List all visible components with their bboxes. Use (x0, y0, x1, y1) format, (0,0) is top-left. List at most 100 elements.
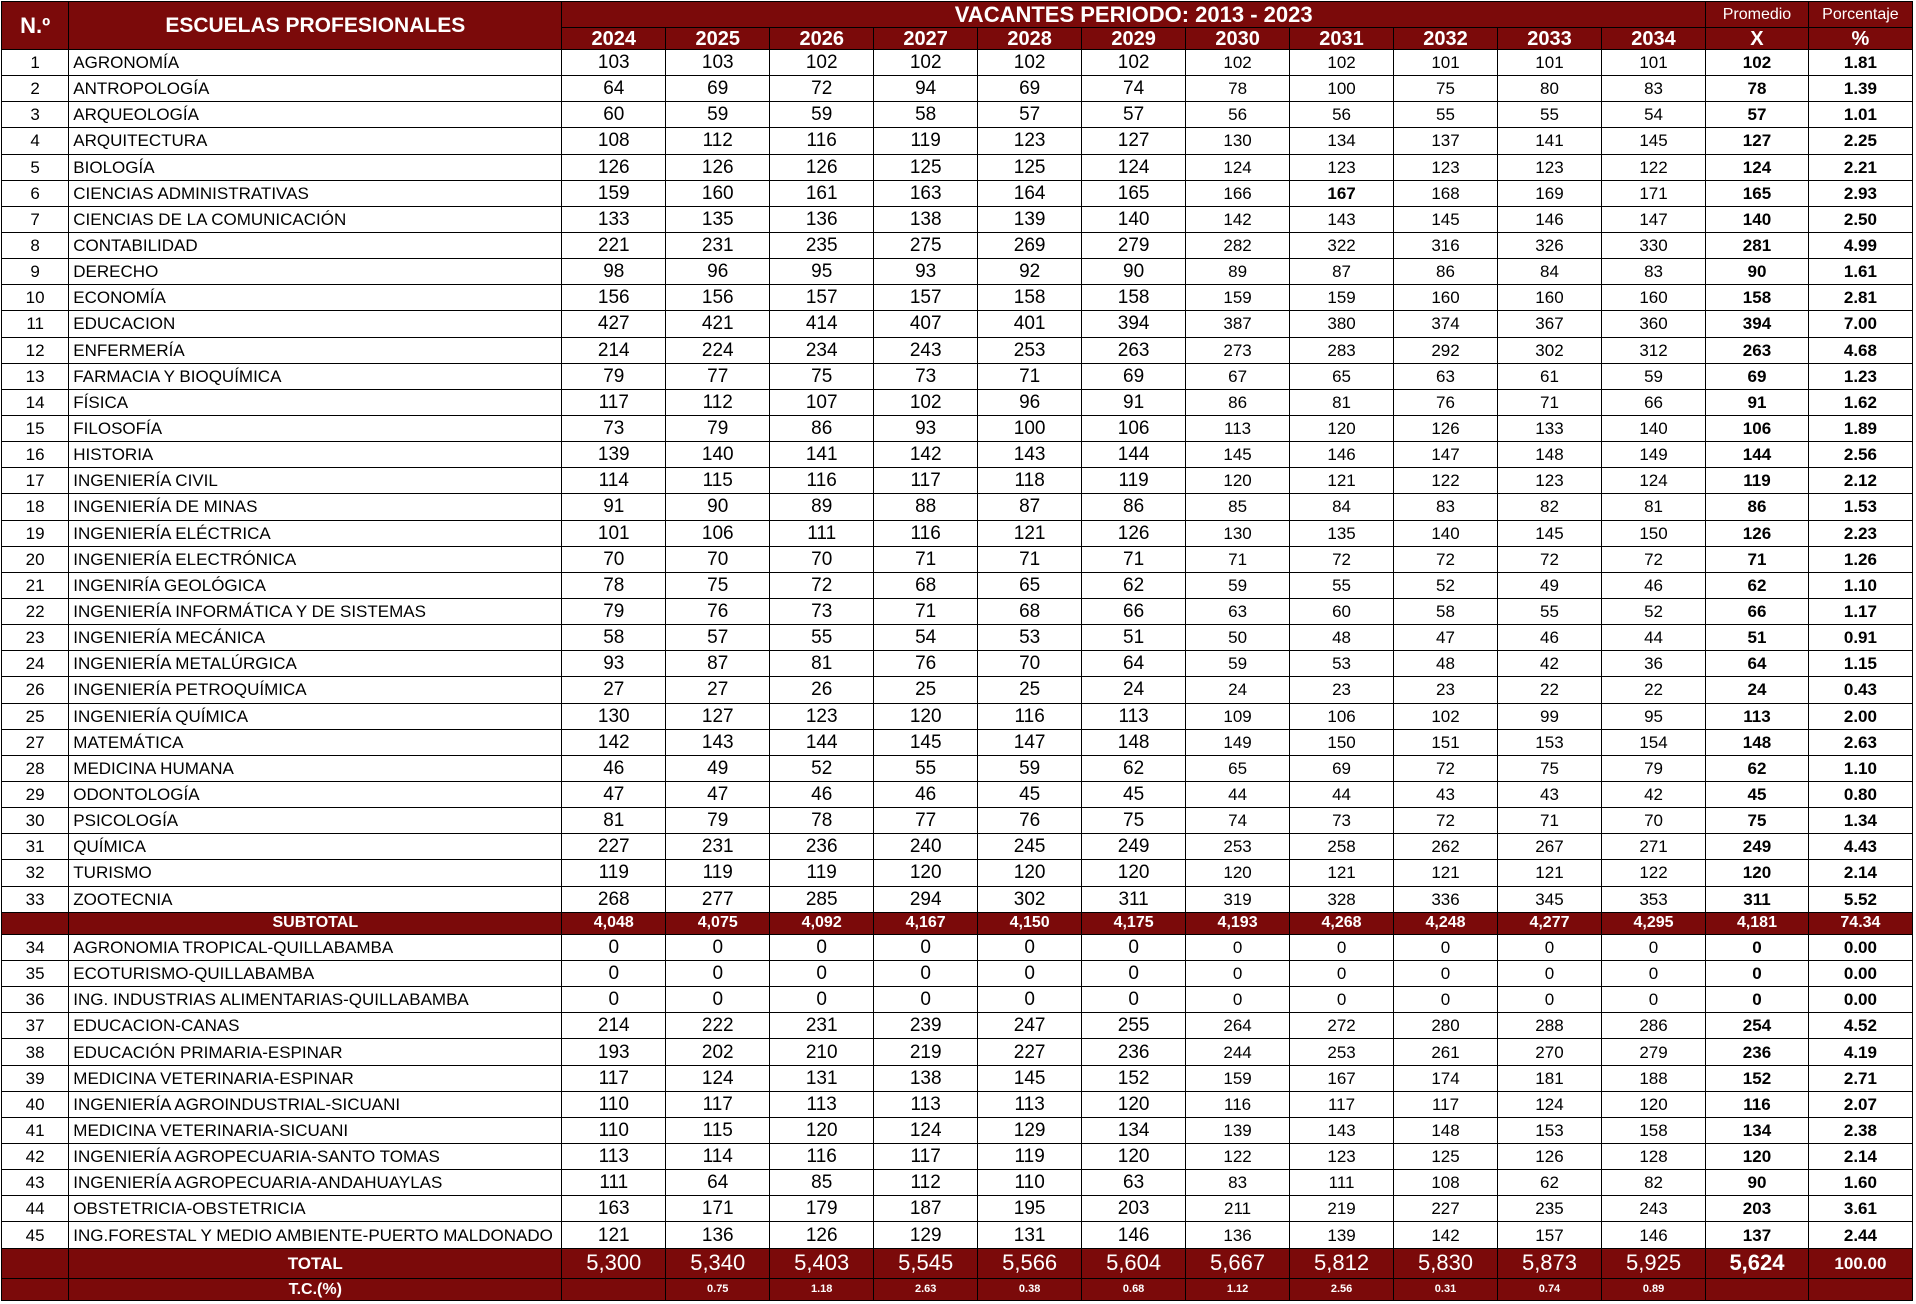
vacancy-value: 258 (1289, 833, 1395, 861)
vacancy-value: 102 (769, 48, 875, 77)
vacancy-value: 0 (1497, 986, 1602, 1014)
year-header: 2031 (1289, 27, 1395, 50)
vacancy-value: 236 (769, 833, 875, 861)
vacancy-value: 374 (1393, 310, 1498, 338)
vacancy-value: 47 (561, 780, 667, 809)
growth-rate-label: T.C.(%) (68, 1278, 563, 1301)
table-row: 1 AGRONOMÍA 103 103 102 102 102 102 102 102 101 101… (0, 48, 1914, 77)
vacancy-value: 163 (561, 1195, 667, 1223)
percentage-value: 3.61 (1807, 1195, 1914, 1223)
vacancy-value: 143 (977, 441, 1083, 469)
vacancy-value: 140 (1600, 414, 1707, 443)
subtotal-value: 4,295 (1600, 911, 1707, 935)
school-name: CIENCIAS ADMINISTRATIVAS (68, 179, 563, 207)
vacancy-value: 152 (1081, 1064, 1187, 1092)
vacancy-value: 130 (561, 702, 667, 730)
year-header: 2032 (1393, 27, 1498, 50)
growth-rate-value (561, 1278, 667, 1301)
school-name: HISTORIA (68, 441, 563, 469)
vacancy-value: 247 (977, 1012, 1083, 1040)
vacancy-value: 73 (1289, 807, 1395, 835)
total-value: 5,830 (1393, 1247, 1498, 1280)
average-value: 124 (1705, 153, 1809, 181)
vacancy-value: 117 (665, 1090, 771, 1118)
table-row: 12 ENFERMERÍA 214 224 234 243 253 263 273 283 292 3… (0, 336, 1914, 364)
vacancy-value: 0 (1289, 933, 1395, 962)
schools-column-header: ESCUELAS PROFESIONALES (68, 1, 563, 50)
vacancy-value: 158 (977, 284, 1083, 312)
vacancy-value: 120 (873, 702, 979, 730)
percentage-value: 2.50 (1807, 205, 1914, 233)
table-row: 8 CONTABILIDAD 221 231 235 275 269 279 282 322 316… (0, 231, 1914, 260)
vacancy-value: 70 (977, 650, 1083, 678)
vacancy-value: 66 (1081, 597, 1187, 626)
vacancy-value: 0 (1185, 960, 1291, 988)
vacancy-value: 79 (665, 807, 771, 835)
vacancy-value: 58 (873, 101, 979, 129)
vacancy-value: 36 (1600, 650, 1707, 678)
vacancy-value: 63 (1185, 597, 1291, 626)
vacancy-value: 120 (977, 859, 1083, 887)
table-row: 9 DERECHO 98 96 95 93 92 90 89 87 86 84 83 90 1.61 (0, 258, 1914, 286)
vacancy-value: 113 (977, 1090, 1083, 1118)
vacancy-value: 0 (977, 933, 1083, 962)
subtotal-percentage: 74.34 (1807, 911, 1914, 935)
vacancy-value: 61 (1497, 362, 1602, 390)
average-value: 51 (1705, 624, 1809, 652)
vacancy-value: 112 (873, 1169, 979, 1197)
school-name: EDUCACION (68, 310, 563, 338)
average-value: 249 (1705, 833, 1809, 861)
vacancy-value: 72 (769, 571, 875, 599)
vacancy-value: 55 (1289, 571, 1395, 599)
vacancy-value: 124 (1600, 467, 1707, 495)
school-name: INGENIERÍA METALÚRGICA (68, 650, 563, 678)
average-value: 126 (1705, 519, 1809, 547)
school-name: INGENIRÍA GEOLÓGICA (68, 571, 563, 599)
vacancy-value: 50 (1185, 624, 1291, 652)
total-value: 5,812 (1289, 1247, 1395, 1280)
growth-rate-percentage-cell (1807, 1278, 1914, 1301)
total-value: 5,340 (665, 1247, 771, 1280)
vacancy-value: 0 (873, 933, 979, 962)
vacancy-value: 421 (665, 310, 771, 338)
school-name: MEDICINA VETERINARIA-SICUANI (68, 1116, 563, 1145)
school-name: ANTROPOLOGÍA (68, 75, 563, 103)
vacancy-value: 113 (873, 1090, 979, 1118)
vacancy-value: 0 (561, 960, 667, 988)
vacancy-value: 283 (1289, 336, 1395, 364)
vacancy-value: 141 (769, 441, 875, 469)
vacancy-value: 353 (1600, 885, 1707, 913)
school-name: AGRONOMIA TROPICAL-QUILLABAMBA (68, 933, 563, 962)
average-value: 137 (1705, 1221, 1809, 1249)
vacancy-value: 240 (873, 833, 979, 861)
school-name: PSICOLOGÍA (68, 807, 563, 835)
vacancy-value: 108 (1393, 1169, 1498, 1197)
vacancy-value: 83 (1185, 1169, 1291, 1197)
vacancy-value: 103 (561, 48, 667, 77)
growth-rate-average-cell (1705, 1278, 1809, 1301)
vacancy-value: 0 (665, 933, 771, 962)
vacancy-value: 84 (1497, 258, 1602, 286)
vacancy-value: 330 (1600, 231, 1707, 260)
table-row: 18 INGENIERÍA DE MINAS 91 90 89 88 87 86 85 84 83 8… (0, 493, 1914, 521)
vacancy-value: 286 (1600, 1012, 1707, 1040)
vacancy-value: 81 (769, 650, 875, 678)
vacancy-value: 47 (665, 780, 771, 809)
vacancy-value: 120 (769, 1116, 875, 1145)
vacancy-value: 122 (1185, 1143, 1291, 1171)
vacancy-value: 235 (769, 231, 875, 260)
average-value: 69 (1705, 362, 1809, 390)
average-value: 148 (1705, 728, 1809, 756)
vacancy-value: 72 (1600, 545, 1707, 573)
school-name: ARQUEOLOGÍA (68, 101, 563, 129)
percentage-value: 1.53 (1807, 493, 1914, 521)
vacancy-value: 134 (1081, 1116, 1187, 1145)
vacancy-value: 26 (769, 676, 875, 704)
vacancy-value: 120 (1185, 859, 1291, 887)
table-row: 3 ARQUEOLOGÍA 60 59 59 58 57 57 56 56 55 55 54 57 1.01 (0, 101, 1914, 129)
vacancy-value: 71 (977, 545, 1083, 573)
vacancy-value: 79 (665, 414, 771, 443)
percentage-value: 2.07 (1807, 1090, 1914, 1118)
school-name: ECOTURISMO-QUILLABAMBA (68, 960, 563, 988)
school-name: OBSTETRICIA-OBSTETRICIA (68, 1195, 563, 1223)
